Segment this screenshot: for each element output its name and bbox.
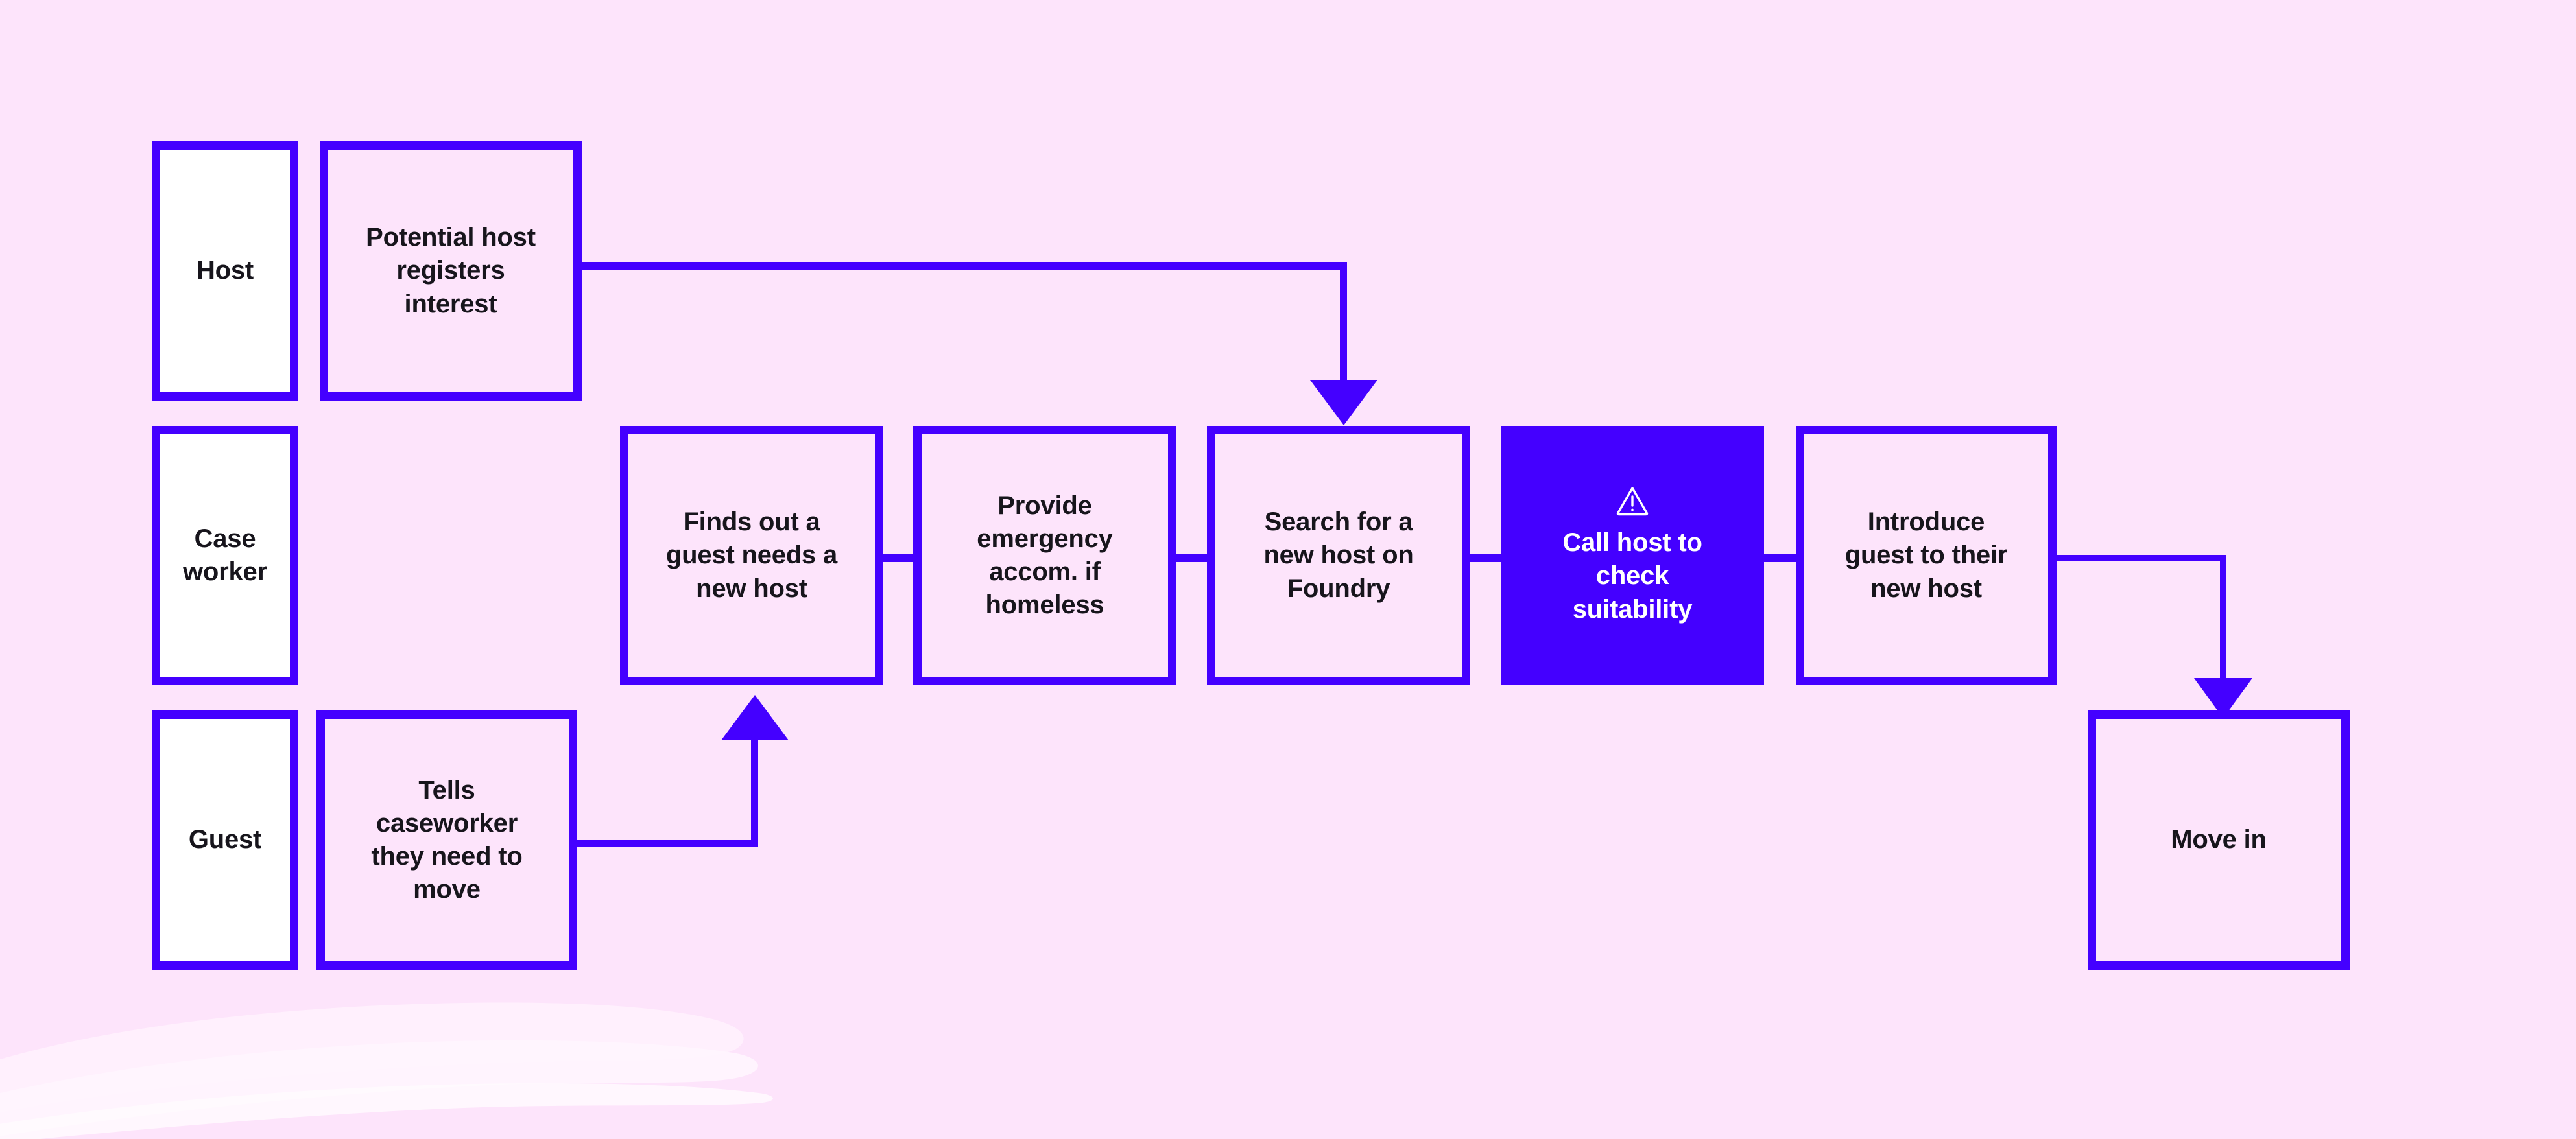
step-call-host-check-suitability[interactable]: Call host to check suitability: [1501, 426, 1764, 685]
step-provide-emergency-line1: Provide: [997, 491, 1092, 520]
step-search-foundry-line2: new host on: [1263, 541, 1414, 570]
step-finds-out-line1: Finds out a: [683, 508, 820, 537]
connector-host-to-search-arrowhead: [1310, 380, 1377, 425]
connector-introduce-to-movein-vertical: [2220, 555, 2226, 685]
step-provide-emergency-line3: accom. if: [989, 558, 1101, 586]
step-introduce-guest-line1: Introduce: [1867, 508, 1985, 537]
step-potential-host-registers-line1: Potential host: [366, 223, 536, 252]
step-finds-out-line3: new host: [696, 574, 807, 603]
step-move-in-label: Move in: [2171, 825, 2267, 854]
decorative-brush-strokes: [0, 1002, 773, 1139]
step-provide-emergency-line4: homeless: [985, 591, 1104, 620]
lane-label-caseworker-line1: Case: [194, 524, 256, 553]
connector-host-to-search-vertical: [1340, 262, 1347, 385]
step-tells-caseworker-line1: Tells: [418, 775, 475, 804]
step-finds-out-guest-needs-host[interactable]: Finds out a guest needs a new host: [620, 426, 883, 685]
connector-finds-to-provide: [881, 554, 914, 562]
step-move-in[interactable]: Move in: [2088, 710, 2350, 970]
connector-call-to-introduce: [1763, 554, 1799, 562]
lane-label-guest: Guest: [152, 710, 298, 970]
step-potential-host-registers-line3: interest: [404, 289, 497, 318]
connector-tells-to-finds-vertical: [751, 735, 758, 847]
lane-label-caseworker-line2: worker: [183, 558, 267, 586]
step-tells-caseworker-line4: move: [413, 875, 481, 904]
step-potential-host-registers-line2: registers: [396, 256, 505, 285]
step-call-host-line2: check: [1595, 561, 1669, 591]
step-finds-out-line2: guest needs a: [665, 541, 838, 570]
lane-label-guest-text: Guest: [188, 825, 262, 854]
lane-label-host-text: Host: [196, 256, 254, 285]
step-tells-caseworker-need-move[interactable]: Tells caseworker they need to move: [316, 710, 577, 970]
step-call-host-line1: Call host to: [1562, 528, 1702, 558]
step-call-host-line3: suitability: [1572, 594, 1693, 624]
lane-label-caseworker: Case worker: [152, 426, 298, 685]
diagram-canvas: Host Potential host registers interest C…: [0, 0, 2576, 1139]
connector-search-to-call: [1467, 554, 1503, 562]
step-tells-caseworker-line2: caseworker: [376, 808, 518, 838]
connector-host-to-search-horizontal: [580, 262, 1347, 270]
lane-label-host: Host: [152, 141, 298, 401]
connector-introduce-to-movein-horizontal: [2055, 555, 2226, 561]
step-search-new-host-foundry[interactable]: Search for a new host on Foundry: [1207, 426, 1470, 685]
step-search-foundry-line3: Foundry: [1287, 574, 1390, 603]
step-provide-emergency-line2: emergency: [977, 524, 1113, 553]
connector-tells-to-finds-horizontal: [576, 840, 758, 847]
step-introduce-guest-new-host[interactable]: Introduce guest to their new host: [1796, 426, 2057, 685]
connector-tells-to-finds-arrowhead: [721, 695, 789, 740]
warning-triangle-icon: [1615, 485, 1650, 516]
step-potential-host-registers[interactable]: Potential host registers interest: [320, 141, 582, 401]
step-provide-emergency-accom[interactable]: Provide emergency accom. if homeless: [913, 426, 1176, 685]
step-introduce-guest-line2: guest to their: [1844, 541, 2008, 570]
connector-provide-to-search: [1174, 554, 1208, 562]
step-search-foundry-line1: Search for a: [1264, 508, 1413, 537]
step-introduce-guest-line3: new host: [1870, 574, 1982, 603]
step-tells-caseworker-line3: they need to: [371, 842, 523, 871]
